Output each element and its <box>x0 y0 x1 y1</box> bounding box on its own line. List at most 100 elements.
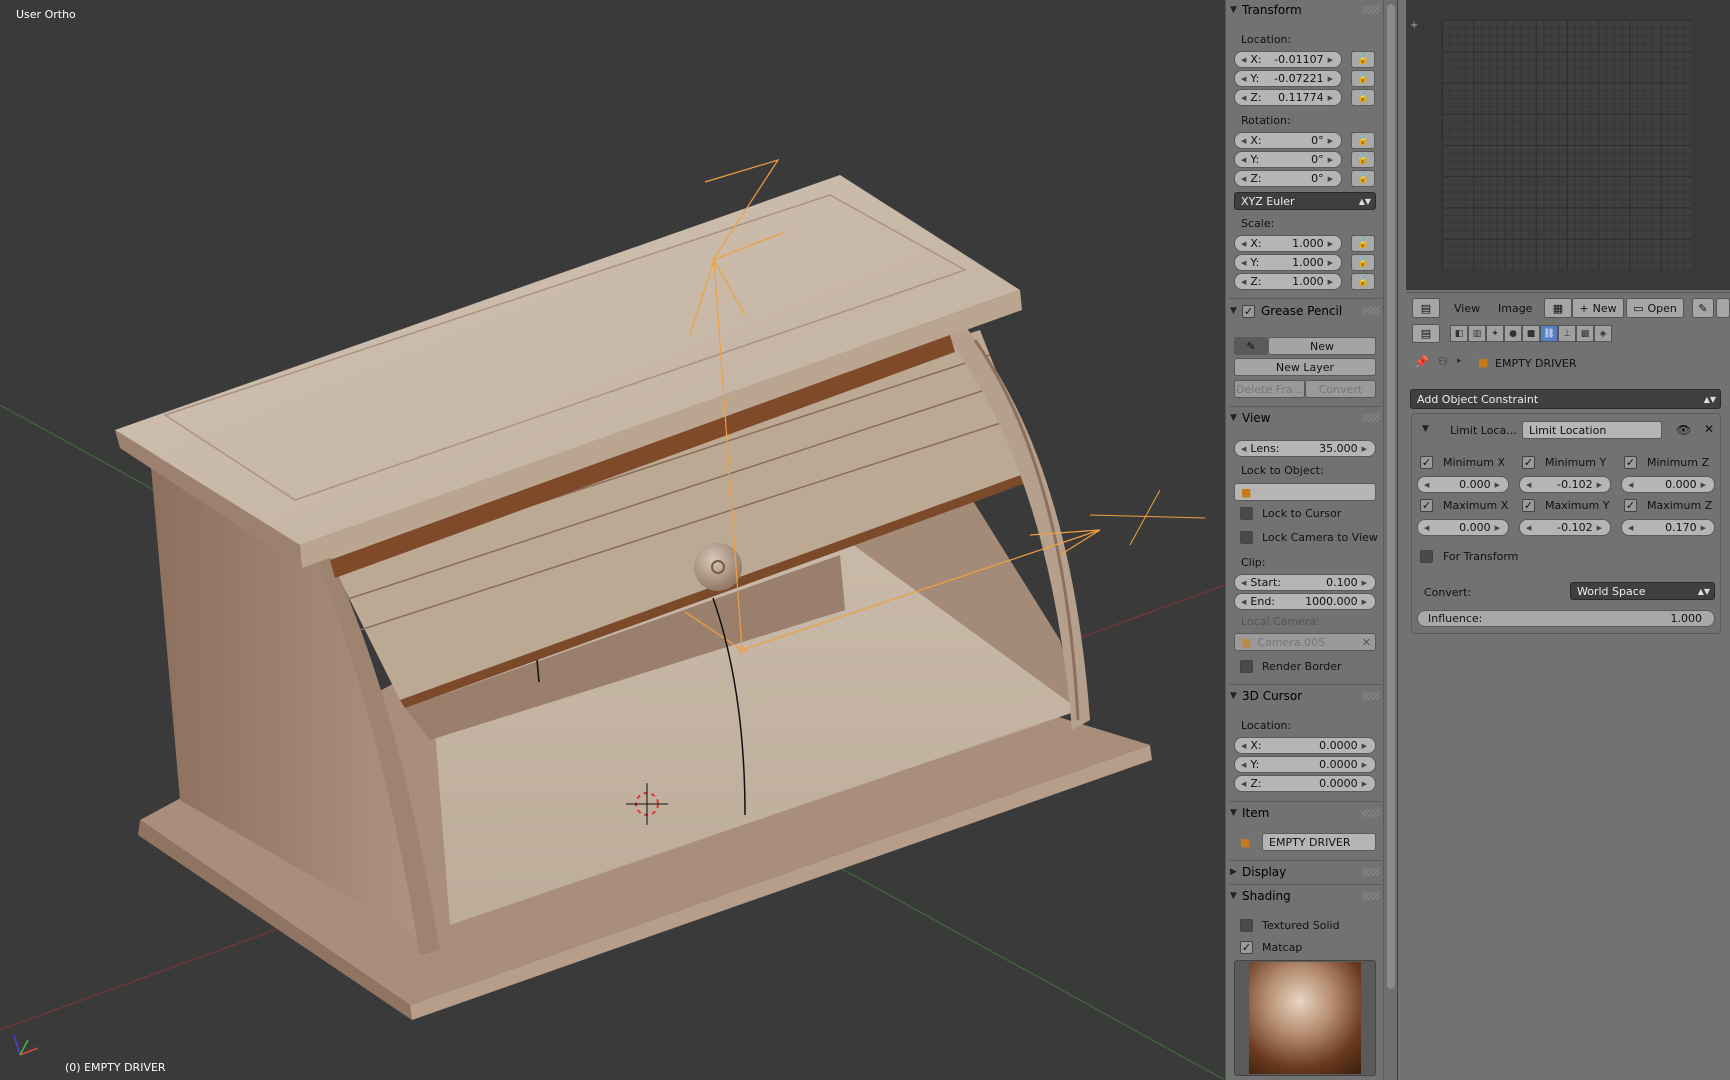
object-icon: ■ <box>1478 356 1489 369</box>
layers-tab-icon[interactable]: ▥ <box>1468 325 1486 342</box>
location-z-field[interactable]: ◀ Z: 0.11774 ▶ <box>1234 89 1342 106</box>
lock-to-object-label: Lock to Object: <box>1241 464 1324 477</box>
for-transform-checkbox[interactable]: For Transform <box>1420 547 1518 566</box>
shading-section-header[interactable]: ▼ Shading <box>1230 886 1380 906</box>
constraint-name-field[interactable]: Limit Location <box>1522 421 1662 439</box>
matcap-preview[interactable] <box>1234 960 1376 1076</box>
textured-solid-checkbox[interactable]: Textured Solid <box>1240 919 1340 932</box>
new-layer-button[interactable]: New Layer <box>1234 358 1376 376</box>
scale-x-field[interactable]: ◀ X: 1.000 ▶ <box>1234 235 1342 252</box>
editor-type-icon[interactable]: ▤ <box>1412 324 1440 343</box>
lock-rotation-y-icon[interactable]: 🔓 <box>1351 151 1375 168</box>
world-tab-icon[interactable]: ● <box>1504 325 1522 342</box>
minimum-z-checkbox[interactable]: ✓ Minimum Z <box>1624 453 1709 472</box>
delete-frame-button[interactable]: Delete Fra... <box>1234 380 1305 398</box>
image-menu[interactable]: Image <box>1498 302 1532 315</box>
rotation-x-field[interactable]: ◀ X: 0° ▶ <box>1234 132 1342 149</box>
render-tab-icon[interactable]: ◧ <box>1450 325 1468 342</box>
local-camera-label: Local Camera: <box>1241 615 1320 628</box>
lock-rotation-z-icon[interactable]: 🔓 <box>1351 170 1375 187</box>
lock-to-cursor-checkbox[interactable]: Lock to Cursor <box>1240 507 1341 520</box>
plus-icon[interactable]: + <box>1410 20 1418 31</box>
matcap-checkbox[interactable]: ✓ Matcap <box>1240 941 1302 954</box>
lock-scale-z-icon[interactable]: 🔓 <box>1351 273 1375 290</box>
lock-to-object-field[interactable]: ■ <box>1234 483 1376 501</box>
pencil-icon[interactable]: ✎ <box>1234 337 1268 355</box>
3d-viewport[interactable]: User Ortho (0) EMPTY DRIVER <box>0 0 1225 1080</box>
lock-location-y-icon[interactable]: 🔓 <box>1351 70 1375 87</box>
new-image-button[interactable]: + New <box>1572 298 1624 318</box>
location-y-field[interactable]: ◀ Y: -0.07221 ▶ <box>1234 70 1342 87</box>
cursor-x-field[interactable]: ◀ X: 0.0000 ▶ <box>1234 737 1376 754</box>
influence-slider[interactable]: Influence: 1.000 <box>1417 610 1715 627</box>
close-icon[interactable]: ✕ <box>1704 422 1714 436</box>
grease-pencil-section-header[interactable]: ▼ ✓ Grease Pencil <box>1230 301 1380 321</box>
lock-scale-x-icon[interactable]: 🔓 <box>1351 235 1375 252</box>
editor-type-icon[interactable]: ▤ <box>1412 298 1440 318</box>
clip-label: Clip: <box>1241 556 1266 569</box>
texture-tab-icon[interactable]: ▩ <box>1576 325 1594 342</box>
image-browse-icon[interactable]: ▦ <box>1544 298 1572 318</box>
local-camera-field[interactable]: ■ Camera.005 ✕ <box>1234 633 1376 651</box>
display-icon[interactable] <box>1716 298 1730 318</box>
pin-icon[interactable]: ✎ <box>1692 298 1714 318</box>
location-x-field[interactable]: ◀ X: -0.01107 ▶ <box>1234 51 1342 68</box>
object-tab-icon[interactable]: ■ <box>1522 325 1540 342</box>
lock-scale-y-icon[interactable]: 🔓 <box>1351 254 1375 271</box>
rotation-z-field[interactable]: ◀ Z: 0° ▶ <box>1234 170 1342 187</box>
cursor-y-field[interactable]: ◀ Y: 0.0000 ▶ <box>1234 756 1376 773</box>
render-border-checkbox[interactable]: Render Border <box>1240 660 1342 673</box>
lock-rotation-x-icon[interactable]: 🔓 <box>1351 132 1375 149</box>
item-section-header[interactable]: ▼ Item <box>1230 803 1380 823</box>
clear-icon[interactable]: ✕ <box>1362 636 1371 649</box>
rotation-mode-select[interactable]: XYZ Euler ▲▼ <box>1234 192 1376 210</box>
rotation-y-field[interactable]: ◀ Y: 0° ▶ <box>1234 151 1342 168</box>
image-editor-header: ▤ View Image ▦ + New ▭ Open ✎ <box>1406 292 1730 322</box>
minimum-x-field[interactable]: ◀ 0.000 ▶ <box>1417 476 1509 493</box>
minimum-x-checkbox[interactable]: ✓ Minimum X <box>1420 453 1505 472</box>
constraints-tab-icon[interactable]: ⛓ <box>1540 325 1558 342</box>
sidebar-scrollbar[interactable] <box>1383 0 1397 1080</box>
scale-y-field[interactable]: ◀ Y: 1.000 ▶ <box>1234 254 1342 271</box>
item-name-field[interactable]: EMPTY DRIVER <box>1262 833 1376 851</box>
maximum-x-field[interactable]: ◀ 0.000 ▶ <box>1417 519 1509 536</box>
properties-tabs: ▤ ◧ ▥ ✦ ● ■ ⛓ ⊥ ▩ ◈ <box>1406 322 1730 346</box>
transform-section-header[interactable]: ▼ Transform <box>1230 0 1380 20</box>
lock-location-z-icon[interactable]: 🔓 <box>1351 89 1375 106</box>
maximum-y-checkbox[interactable]: ✓ Maximum Y <box>1522 496 1609 515</box>
maximum-z-field[interactable]: ◀ 0.170 ▶ <box>1621 519 1715 536</box>
eye-icon[interactable]: 👁 <box>1676 423 1691 437</box>
lock-location-x-icon[interactable]: 🔓 <box>1351 51 1375 68</box>
scale-z-field[interactable]: ◀ Z: 1.000 ▶ <box>1234 273 1342 290</box>
object-icon: ■ <box>1240 836 1251 849</box>
clip-start-field[interactable]: ◀ Start: 0.100 ▶ <box>1234 574 1376 591</box>
physics-tab-icon[interactable]: ◈ <box>1594 325 1612 342</box>
lock-camera-checkbox[interactable]: Lock Camera to View <box>1240 531 1378 544</box>
maximum-y-field[interactable]: ◀ -0.102 ▶ <box>1519 519 1611 536</box>
grease-pencil-new-button[interactable]: New <box>1268 337 1376 355</box>
data-tab-icon[interactable]: ⊥ <box>1558 325 1576 342</box>
maximum-x-checkbox[interactable]: ✓ Maximum X <box>1420 496 1508 515</box>
add-constraint-select[interactable]: Add Object Constraint ▲▼ <box>1410 389 1721 409</box>
convert-label: Convert: <box>1424 586 1472 599</box>
collapse-icon[interactable]: ▼ <box>1422 424 1429 434</box>
view-section-header[interactable]: ▼ View <box>1230 408 1380 428</box>
lens-field[interactable]: ◀ Lens: 35.000 ▶ <box>1234 440 1376 457</box>
open-image-button[interactable]: ▭ Open <box>1626 298 1684 318</box>
convert-button[interactable]: Convert <box>1305 380 1376 398</box>
grease-pencil-toggle[interactable]: ✓ <box>1242 304 1255 318</box>
cursor-section-header[interactable]: ▼ 3D Cursor <box>1230 686 1380 706</box>
maximum-z-checkbox[interactable]: ✓ Maximum Z <box>1624 496 1712 515</box>
minimum-z-field[interactable]: ◀ 0.000 ▶ <box>1621 476 1715 493</box>
minimum-y-field[interactable]: ◀ -0.102 ▶ <box>1519 476 1611 493</box>
pin-icon[interactable]: 📌 <box>1414 355 1429 369</box>
scene-render <box>0 158 1225 1080</box>
convert-space-select[interactable]: World Space ▲▼ <box>1570 582 1715 600</box>
view-menu[interactable]: View <box>1454 302 1480 315</box>
scene-tab-icon[interactable]: ✦ <box>1486 325 1504 342</box>
cursor-z-field[interactable]: ◀ Z: 0.0000 ▶ <box>1234 775 1376 792</box>
location-label: Location: <box>1241 33 1292 46</box>
clip-end-field[interactable]: ◀ End: 1000.000 ▶ <box>1234 593 1376 610</box>
display-section-header[interactable]: ▶ Display <box>1230 862 1380 882</box>
minimum-y-checkbox[interactable]: ✓ Minimum Y <box>1522 453 1606 472</box>
